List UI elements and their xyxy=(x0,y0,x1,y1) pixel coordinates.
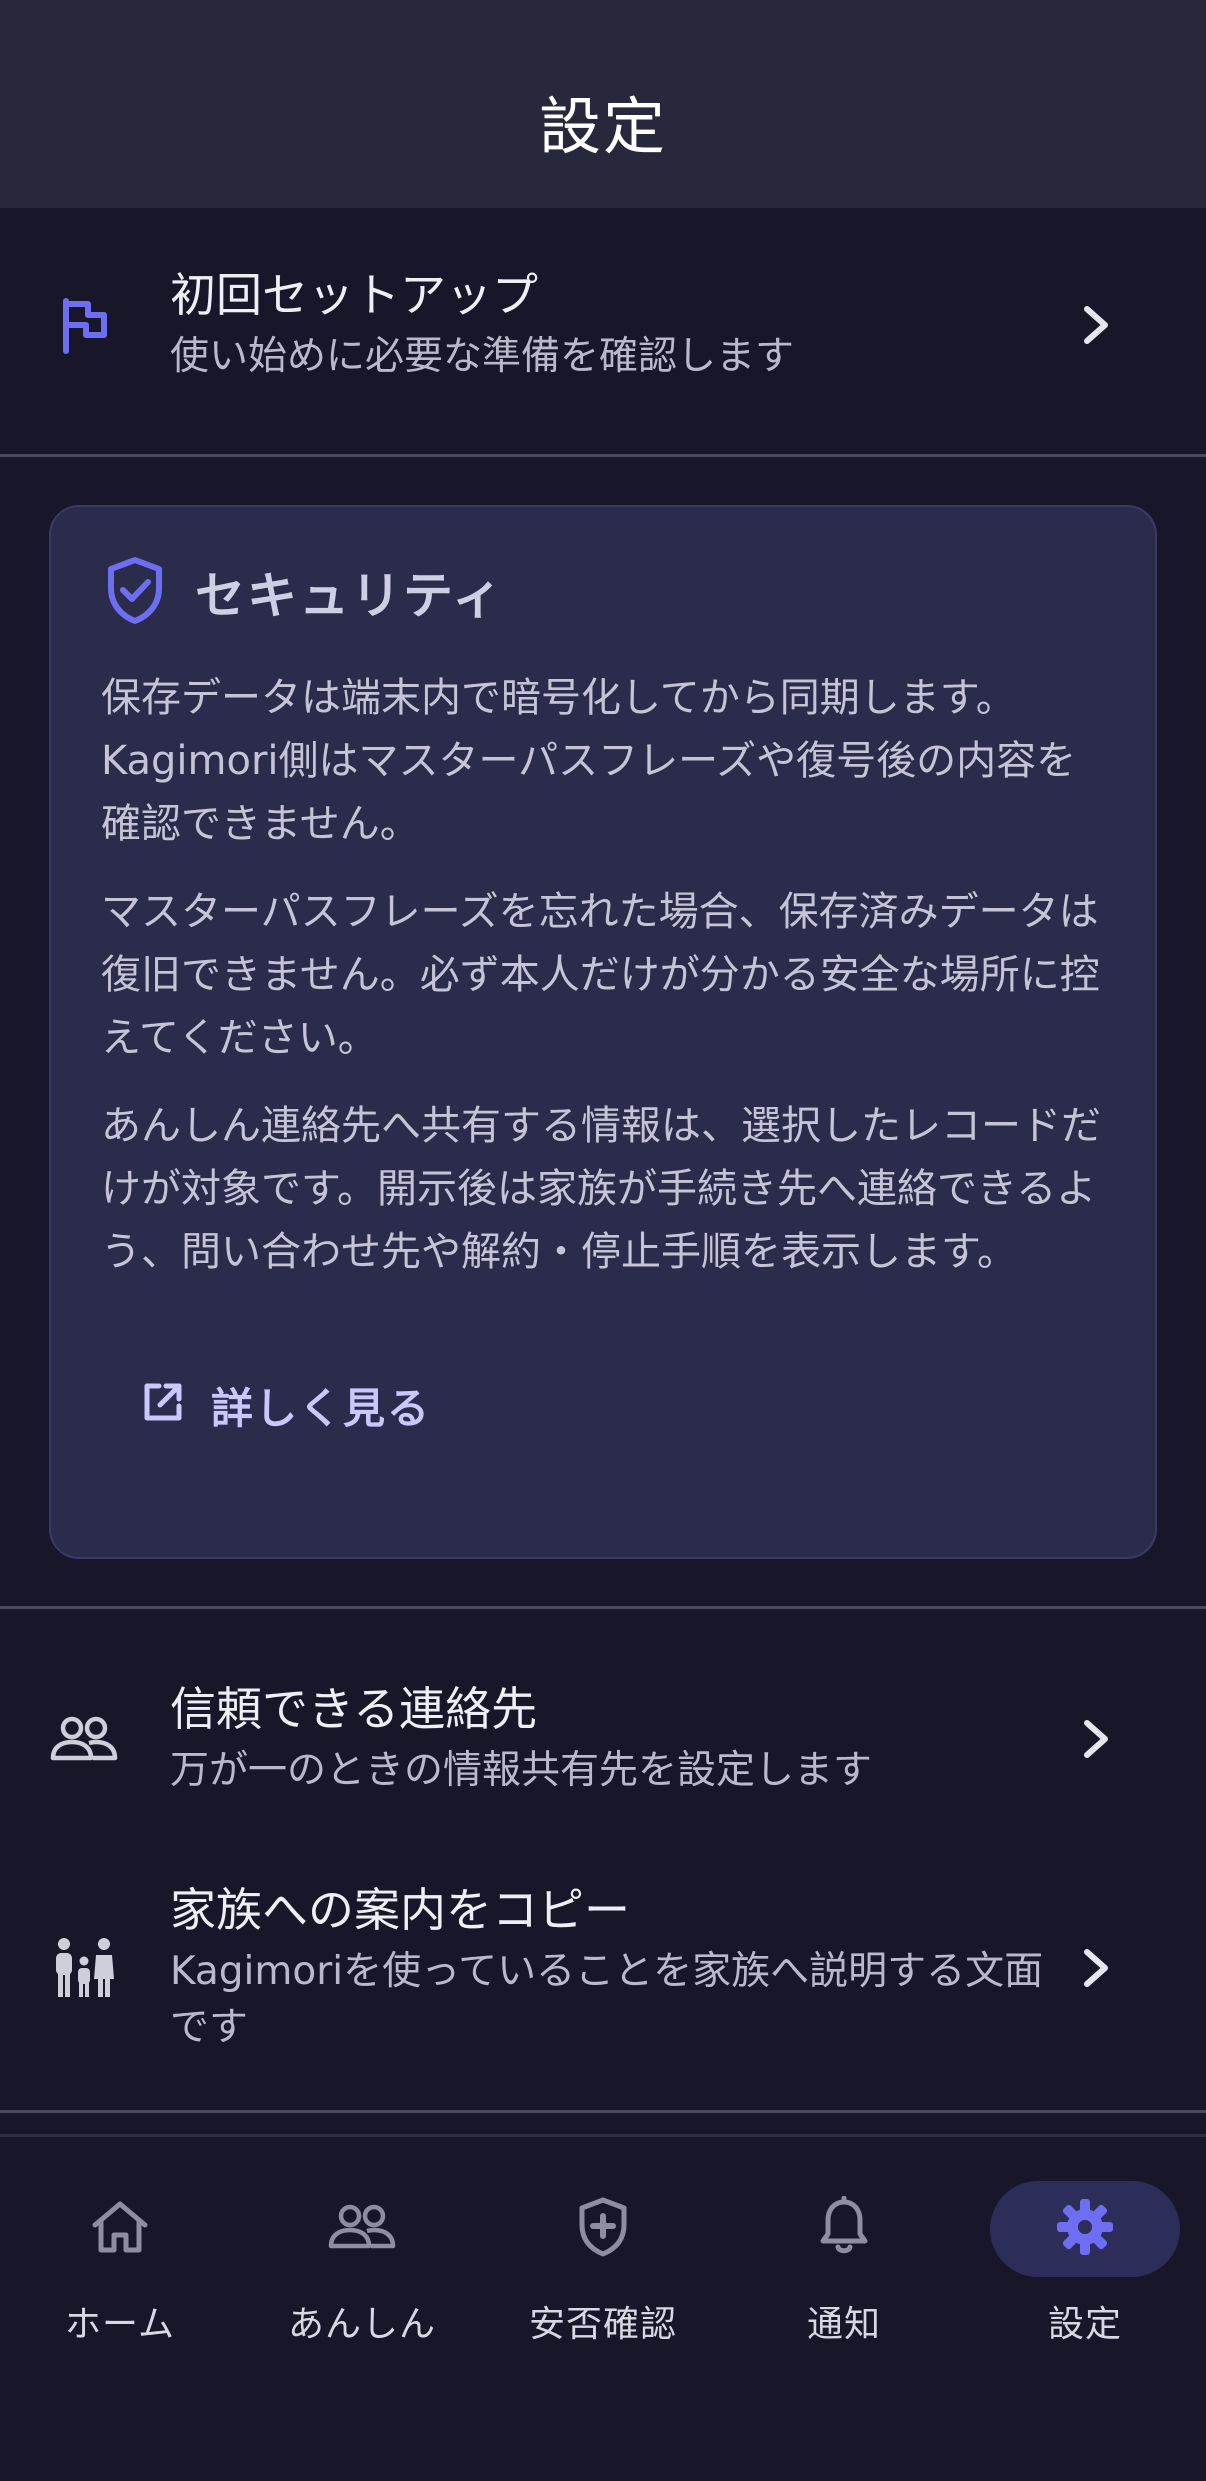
contacts-title: 信頼できる連絡先 xyxy=(170,1682,538,1736)
learn-more-link[interactable]: 詳しく見る xyxy=(89,1367,451,1443)
nav-label: 通知 xyxy=(806,2304,881,2345)
gear-icon xyxy=(1054,2196,1116,2262)
divider xyxy=(0,2110,1206,2113)
people-icon xyxy=(327,2202,397,2256)
security-paragraph: 保存データは端末内で暗号化してから同期します。Kagimori側はマスターパスフ… xyxy=(101,675,1077,847)
shield-plus-icon xyxy=(576,2196,630,2262)
nav-label: 安否確認 xyxy=(528,2304,677,2345)
nav-label: あんしん xyxy=(287,2304,436,2345)
divider xyxy=(0,1606,1206,1609)
nav-item-home[interactable]: ホーム xyxy=(10,2181,230,2347)
page-title: 設定 xyxy=(538,90,667,163)
learn-more-label: 詳しく見る xyxy=(211,1383,432,1433)
nav-item-settings[interactable]: 設定 xyxy=(975,2181,1195,2347)
nav-item-notifications[interactable]: 通知 xyxy=(734,2181,954,2347)
divider xyxy=(0,454,1206,457)
chevron-right-icon xyxy=(1076,300,1116,350)
family-guide-title: 家族への案内をコピー xyxy=(170,1883,630,1937)
family-guide-copy-item[interactable]: 家族への案内をコピー Kagimoriを使っていることを家族へ説明する文面です xyxy=(0,1876,1206,2060)
nav-item-safety-check[interactable]: 安否確認 xyxy=(493,2181,713,2347)
security-card: セキュリティ 保存データは端末内で暗号化してから同期します。Kagimori側は… xyxy=(49,505,1157,1559)
app-header: 設定 xyxy=(0,0,1206,208)
trusted-contacts-item[interactable]: 信頼できる連絡先 万が一のときの情報共有先を設定します xyxy=(0,1664,1206,1814)
security-card-title: セキュリティ xyxy=(195,567,504,625)
shield-check-icon xyxy=(103,555,167,629)
setup-title: 初回セットアップ xyxy=(170,268,538,322)
flag-icon xyxy=(48,289,120,361)
security-paragraph: あんしん連絡先へ共有する情報は、選択したレコードだけが対象です。開示後は家族が手… xyxy=(101,1103,1101,1275)
chevron-right-icon xyxy=(1076,1714,1116,1764)
nav-label: ホーム xyxy=(65,2304,175,2345)
bottom-nav: ホーム あんしん 安否確認 通知 設定 xyxy=(0,2134,1206,2481)
setup-subtitle: 使い始めに必要な準備を確認します xyxy=(170,334,795,379)
contacts-subtitle: 万が一のときの情報共有先を設定します xyxy=(170,1748,873,1793)
open-in-new-icon xyxy=(139,1380,185,1430)
security-paragraph: マスターパスフレーズを忘れた場合、保存済みデータは復旧できません。必ず本人だけが… xyxy=(101,889,1100,1061)
security-card-header: セキュリティ xyxy=(103,555,504,629)
family-guide-subtitle: Kagimoriを使っていることを家族へ説明する文面です xyxy=(170,1949,1044,2050)
home-icon xyxy=(90,2199,150,2259)
nav-item-anshin[interactable]: あんしん xyxy=(252,2181,472,2347)
family-icon xyxy=(48,1932,120,2004)
setup-list-item[interactable]: 初回セットアップ 使い始めに必要な準備を確認します xyxy=(0,250,1206,400)
bell-icon xyxy=(818,2195,870,2262)
nav-label: 設定 xyxy=(1047,2304,1122,2345)
chevron-right-icon xyxy=(1076,1943,1116,1993)
people-icon xyxy=(48,1703,120,1775)
